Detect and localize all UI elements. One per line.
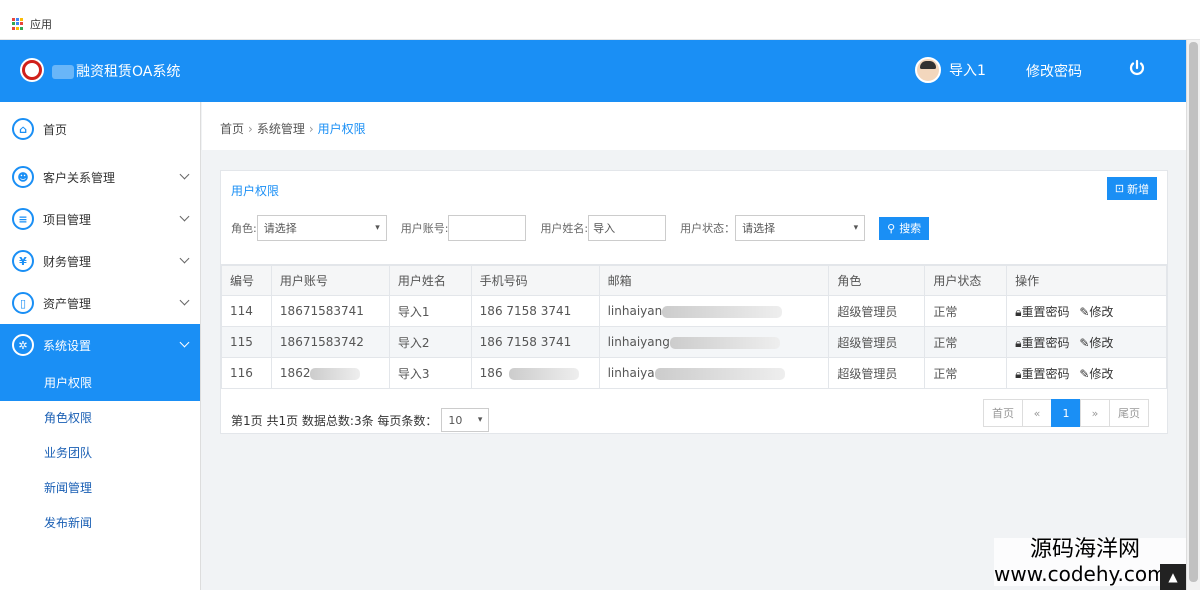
pencil-icon: ✎: [1079, 335, 1090, 350]
edit-button[interactable]: ✎修改: [1079, 305, 1113, 319]
first-page-button[interactable]: 首页: [983, 399, 1023, 427]
app-title: 融资租赁OA系统: [52, 61, 180, 81]
status-select[interactable]: 请选择: [735, 215, 866, 241]
sidebar: ⌂ 首页 ☻ 客户关系管理 ≡ 项目管理 ¥ 财务管理 ▯ 资产管理 ✲ 系统设…: [0, 102, 201, 590]
breadcrumb: 首页 › 系统管理 › 用户权限: [202, 102, 1186, 150]
column-header: 操作: [1006, 265, 1167, 296]
file-icon: ▯: [12, 292, 34, 314]
change-password-link[interactable]: 修改密码: [1026, 61, 1082, 81]
breadcrumb-parent[interactable]: 系统管理: [257, 122, 305, 136]
account-input[interactable]: [448, 215, 527, 241]
users-icon: ☻: [12, 166, 34, 188]
page-scrollbar[interactable]: [1186, 40, 1200, 590]
table-header-row: 编号 用户账号 用户姓名 手机号码 邮箱 角色 用户状态 操作: [221, 265, 1167, 296]
status-label: 用户状态：: [680, 222, 736, 235]
back-to-top-button[interactable]: ▲: [1160, 564, 1186, 590]
reset-password-button[interactable]: 🔒︎重置密码: [1015, 336, 1069, 350]
main-content: 首页›系统管理›用户权限 用户权限 ⊡ 新增 角色: 请选择 用户账号: 用户姓…: [202, 102, 1186, 590]
apps-label: 应用: [30, 18, 52, 31]
table-row: 114 18671583741 导入1 186 7158 3741 linhai…: [221, 295, 1167, 327]
chevron-down-icon: [179, 295, 190, 306]
yen-icon: ¥: [12, 250, 34, 272]
sidebar-subitem-role-permissions[interactable]: 角色权限: [0, 401, 200, 436]
logo-icon: [20, 58, 44, 82]
avatar: [915, 57, 941, 83]
role-label: 角色:: [231, 222, 257, 235]
apps-shortcut[interactable]: 应用: [12, 16, 52, 32]
search-button[interactable]: ⚲ 搜索: [879, 216, 930, 240]
reset-password-button[interactable]: 🔒︎重置密码: [1015, 367, 1069, 381]
power-icon[interactable]: [1128, 59, 1146, 77]
chevron-down-icon: [179, 169, 190, 180]
chevron-down-icon: [179, 253, 190, 264]
column-header: 邮箱: [598, 265, 830, 296]
table-row: 115 18671583742 导入2 186 7158 3741 linhai…: [221, 326, 1167, 358]
top-header: 融资租赁OA系统 导入1 修改密码: [0, 40, 1186, 102]
sidebar-item-settings[interactable]: ✲ 系统设置: [0, 324, 200, 366]
column-header: 用户姓名: [388, 265, 472, 296]
prev-page-button[interactable]: «: [1022, 399, 1052, 427]
redaction: [310, 367, 361, 380]
sidebar-item-assets[interactable]: ▯ 资产管理: [0, 282, 200, 324]
name-input[interactable]: [588, 215, 667, 241]
sidebar-subitem-news-management[interactable]: 新闻管理: [0, 471, 200, 506]
column-header: 用户状态: [924, 265, 1008, 296]
next-page-button[interactable]: »: [1080, 399, 1110, 427]
redaction: [508, 367, 579, 380]
edit-button[interactable]: ✎修改: [1079, 367, 1113, 381]
user-menu[interactable]: 导入1: [915, 57, 986, 83]
breadcrumb-home[interactable]: 首页: [220, 122, 244, 136]
user-name: 导入1: [949, 63, 986, 79]
user-table: 编号 用户账号 用户姓名 手机号码 邮箱 角色 用户状态 操作 114 1867…: [221, 265, 1167, 389]
name-label: 用户姓名:: [540, 222, 589, 235]
sidebar-subitem-business-team[interactable]: 业务团队: [0, 436, 200, 471]
page-number-button[interactable]: 1: [1051, 399, 1081, 427]
search-icon: ⚲: [887, 222, 896, 235]
account-label: 用户账号:: [400, 222, 449, 235]
add-button[interactable]: ⊡ 新增: [1107, 177, 1157, 200]
sidebar-item-finance[interactable]: ¥ 财务管理: [0, 240, 200, 282]
pagination-info: 第1页 共1页 数据总数:3条 每页条数： 10: [231, 408, 490, 432]
redaction: [669, 336, 780, 349]
home-icon: ⌂: [12, 118, 34, 140]
add-icon: ⊡: [1114, 183, 1125, 195]
chevron-down-icon: [179, 211, 190, 222]
page-size-select[interactable]: 10: [441, 408, 490, 432]
apps-grid-icon: [12, 18, 24, 30]
sidebar-item-crm[interactable]: ☻ 客户关系管理: [0, 156, 200, 198]
sidebar-item-home[interactable]: ⌂ 首页: [0, 102, 200, 156]
user-table-panel: 编号 用户账号 用户姓名 手机号码 邮箱 角色 用户状态 操作 114 1867…: [220, 264, 1168, 434]
gear-icon: ✲: [12, 334, 34, 356]
column-header: 角色: [828, 265, 926, 296]
panel-title: 用户权限: [231, 184, 280, 198]
reset-password-button[interactable]: 🔒︎重置密码: [1015, 305, 1069, 319]
pencil-icon: ✎: [1079, 304, 1090, 319]
role-select[interactable]: 请选择: [256, 215, 387, 241]
watermark: 源码海洋网 www.codehy.com: [994, 538, 1186, 586]
chevron-up-icon: ▲: [1168, 570, 1178, 584]
sidebar-item-projects[interactable]: ≡ 项目管理: [0, 198, 200, 240]
breadcrumb-current: 用户权限: [317, 122, 366, 136]
column-header: 编号: [221, 265, 272, 296]
column-header: 用户账号: [270, 265, 390, 296]
edit-button[interactable]: ✎修改: [1079, 336, 1113, 350]
redaction: [654, 367, 785, 380]
sidebar-subitem-publish-news[interactable]: 发布新闻: [0, 506, 200, 541]
last-page-button[interactable]: 尾页: [1109, 399, 1149, 427]
pagination: 首页 « 1 » 尾页: [983, 399, 1149, 427]
column-header: 手机号码: [470, 265, 600, 296]
table-row: 116 1862 导入3 186 linhaiya 超级管理员 正常 🔒︎重置密…: [221, 357, 1167, 389]
list-icon: ≡: [12, 208, 34, 230]
browser-bookmarks-bar: 应用: [0, 0, 1200, 40]
filter-bar: 角色: 请选择 用户账号: 用户姓名: 用户状态： 请选择 ⚲ 搜索: [231, 215, 930, 241]
pencil-icon: ✎: [1079, 366, 1090, 381]
chevron-down-icon: [179, 337, 190, 348]
sidebar-subitem-user-permissions[interactable]: 用户权限: [0, 366, 200, 401]
redaction: [662, 305, 783, 318]
